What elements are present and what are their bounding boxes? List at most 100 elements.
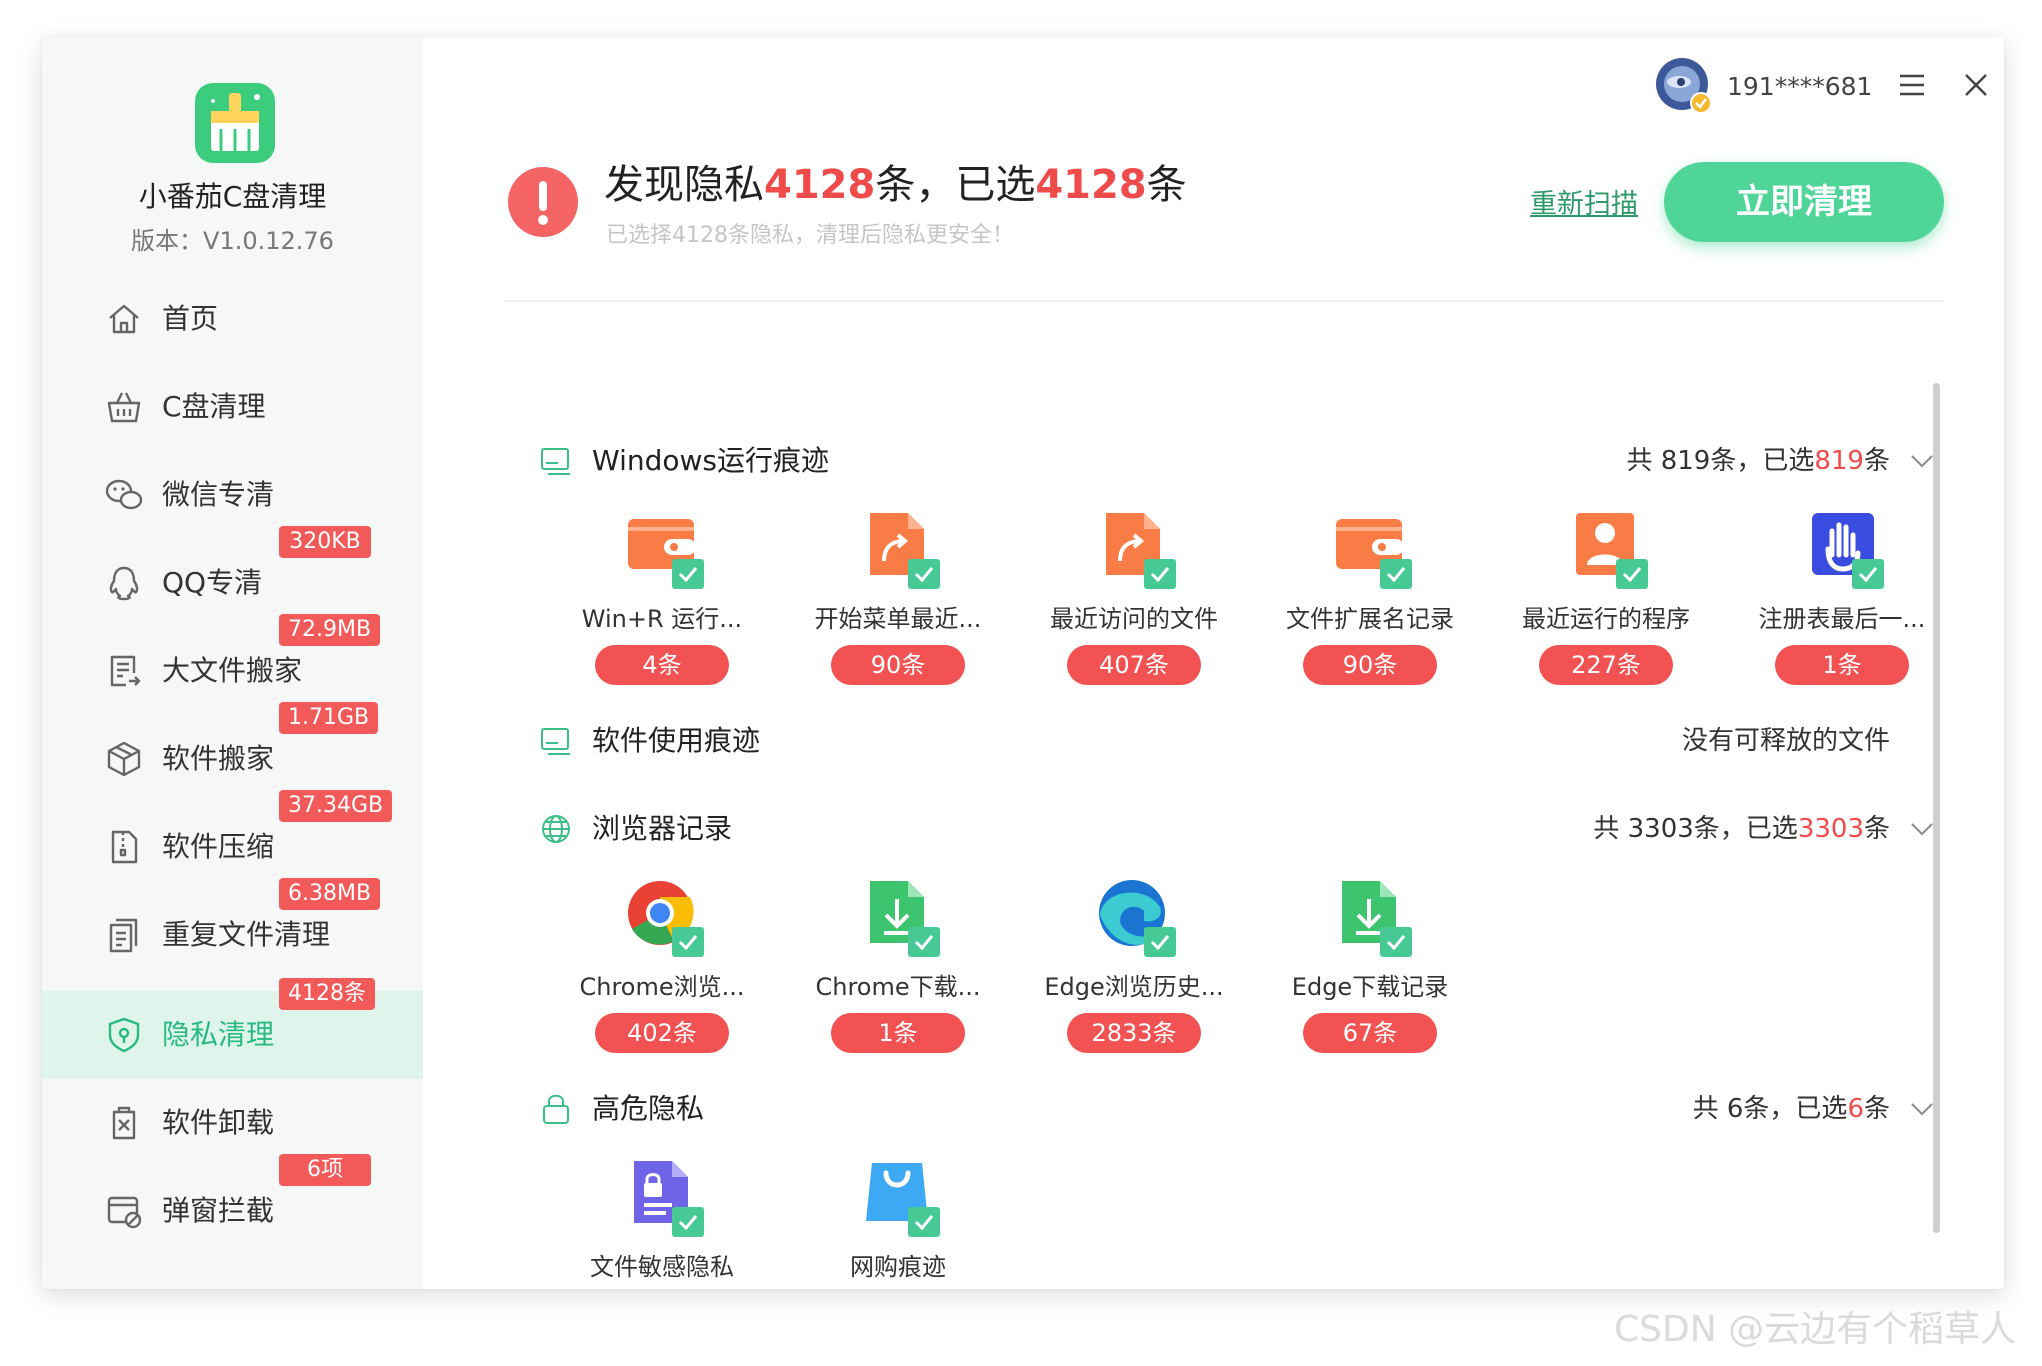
sidebar-item-label: QQ专清 [162, 566, 263, 599]
size-badge: 6.38MB [279, 878, 381, 910]
uninstall-icon [112, 1106, 136, 1140]
privacy-item-registry-last[interactable]: 注册表最后一... 1条 [1724, 509, 1960, 699]
username[interactable]: 191****681 [1727, 67, 1872, 107]
menu-icon[interactable] [1892, 65, 1932, 105]
item-count-pill: 227条 [1539, 645, 1673, 685]
app-version: 版本：V1.0.12.76 [42, 221, 423, 256]
section-summary: 共 819条，已选819条 [1626, 446, 1890, 476]
rescan-link[interactable]: 重新扫描 [1530, 185, 1638, 225]
sidebar-item-popup-block[interactable]: 6项 弹窗拦截 [42, 1154, 423, 1255]
count-badge: 4128条 [279, 978, 375, 1010]
section-summary: 共 3303条，已选3303条 [1593, 814, 1890, 844]
locked-file-icon [634, 1161, 704, 1237]
privacy-item-edge-history[interactable]: Edge浏览历史... 2833条 [1016, 877, 1252, 1067]
section-browser-records: 浏览器记录 共 3303条，已选3303条 [504, 805, 1954, 853]
item-label: 文件敏感隐私 [590, 1253, 734, 1281]
app-window: 小番茄C盘清理 版本：V1.0.12.76 首页 C盘清理 微信专清 320KB… [42, 37, 2004, 1289]
hand-icon [1812, 513, 1884, 589]
sidebar-item-home[interactable]: 首页 [42, 275, 423, 363]
privacy-list: Windows运行痕迹 共 819条，已选819条 Win+R 运行... 4条… [504, 383, 1974, 1289]
monitor-icon [541, 448, 570, 475]
close-icon[interactable] [1956, 65, 1996, 105]
avatar[interactable] [1655, 57, 1713, 115]
selected-count: 4128 [1035, 162, 1147, 208]
edge-icon [1099, 880, 1176, 957]
sidebar-item-label: 软件搬家 [162, 742, 275, 775]
privacy-item-edge-downloads[interactable]: Edge下载记录 67条 [1252, 877, 1488, 1067]
monitor-icon [541, 728, 570, 755]
sidebar-item-label: 重复文件清理 [162, 918, 331, 951]
item-label: Chrome浏览... [579, 973, 745, 1001]
version-value: V1.0.12.76 [203, 227, 334, 255]
download-file-icon [870, 881, 940, 957]
privacy-item-run-history[interactable]: Win+R 运行... 4条 [544, 509, 780, 699]
privacy-item-recent-files[interactable]: 最近访问的文件 407条 [1016, 509, 1252, 699]
sidebar-item-duplicate-clean[interactable]: 6.38MB 重复文件清理 [42, 878, 423, 979]
size-badge: 72.9MB [279, 614, 381, 646]
sidebar-item-label: 软件压缩 [162, 830, 275, 863]
section-summary: 没有可释放的文件 [1681, 726, 1890, 756]
item-count-pill: 90条 [831, 645, 965, 685]
download-file-icon [1342, 881, 1412, 957]
section-title: Windows运行痕迹 [592, 444, 829, 477]
sidebar-item-label: 软件卸载 [162, 1106, 275, 1139]
sidebar-item-privacy-clean[interactable]: 4128条 隐私清理 [42, 978, 423, 1079]
item-count-pill: 67条 [1303, 1013, 1437, 1053]
basket-icon [107, 392, 141, 423]
shield-icon [108, 1017, 140, 1053]
privacy-item-shopping-traces[interactable]: 网购痕迹 0条 [780, 1157, 1016, 1289]
section-high-risk-privacy: 高危隐私 共 6条，已选6条 [504, 1085, 1954, 1133]
shortcut-file-icon [1106, 513, 1176, 589]
lock-icon [543, 1094, 569, 1124]
clean-now-button[interactable]: 立即清理 [1664, 162, 1944, 242]
page-title: 发现隐私4128条，已选4128条 [604, 162, 1187, 208]
privacy-item-chrome-downloads[interactable]: Chrome下载... 1条 [780, 877, 1016, 1067]
item-label: Edge浏览历史... [1044, 973, 1224, 1001]
privacy-item-sensitive-files[interactable]: 文件敏感隐私 6条 [544, 1157, 780, 1289]
item-count-pill: 402条 [595, 1013, 729, 1053]
size-badge: 1.71GB [279, 702, 379, 734]
item-count-pill: 1条 [1775, 645, 1909, 685]
found-count: 4128 [764, 162, 876, 208]
sidebar-item-c-clean[interactable]: C盘清理 [42, 363, 423, 451]
duplicate-file-icon [109, 918, 138, 953]
watermark: CSDN @云边有个稻草人 [1614, 1309, 2017, 1350]
alert-icon [508, 167, 578, 237]
section-title: 浏览器记录 [592, 812, 733, 845]
item-label: 开始菜单最近... [814, 605, 982, 633]
item-label: 文件扩展名记录 [1286, 605, 1454, 633]
sidebar-item-label: 大文件搬家 [162, 654, 303, 687]
user-card-icon [1576, 513, 1648, 589]
item-label: 注册表最后一... [1758, 605, 1926, 633]
scrollbar-thumb[interactable] [1933, 383, 1940, 1233]
zip-file-icon [111, 830, 138, 864]
wallet-icon [628, 519, 704, 589]
privacy-item-chrome-history[interactable]: Chrome浏览... 402条 [544, 877, 780, 1067]
count-badge: 6项 [279, 1154, 371, 1186]
sidebar-item-label: C盘清理 [162, 390, 266, 423]
item-count-pill: 4条 [595, 645, 729, 685]
item-label: 网购痕迹 [850, 1253, 946, 1281]
home-icon [109, 304, 139, 334]
sidebar: 小番茄C盘清理 版本：V1.0.12.76 首页 C盘清理 微信专清 320KB… [42, 37, 423, 1289]
globe-icon [542, 815, 570, 843]
sidebar-item-label: 隐私清理 [162, 1018, 275, 1051]
section-title: 软件使用痕迹 [592, 724, 761, 757]
item-label: Win+R 运行... [581, 605, 743, 633]
section-software-traces: 软件使用痕迹 没有可释放的文件 [504, 717, 1954, 765]
shopping-bag-icon [866, 1163, 940, 1237]
item-label: 最近访问的文件 [1050, 605, 1218, 633]
privacy-item-start-menu-recent[interactable]: 开始菜单最近... 90条 [780, 509, 1016, 699]
item-count-pill: 1条 [831, 1013, 965, 1053]
document-move-icon [110, 655, 141, 687]
shortcut-file-icon [870, 513, 940, 589]
item-count-pill: 407条 [1067, 645, 1201, 685]
size-badge: 320KB [279, 526, 371, 558]
qq-icon [109, 566, 139, 601]
package-icon [107, 741, 141, 777]
privacy-item-recent-programs[interactable]: 最近运行的程序 227条 [1488, 509, 1724, 699]
privacy-item-extension-records[interactable]: 文件扩展名记录 90条 [1252, 509, 1488, 699]
section-title: 高危隐私 [592, 1092, 705, 1125]
section-windows-traces: Windows运行痕迹 共 819条，已选819条 [504, 437, 1954, 485]
app-name: 小番茄C盘清理 [138, 180, 327, 213]
